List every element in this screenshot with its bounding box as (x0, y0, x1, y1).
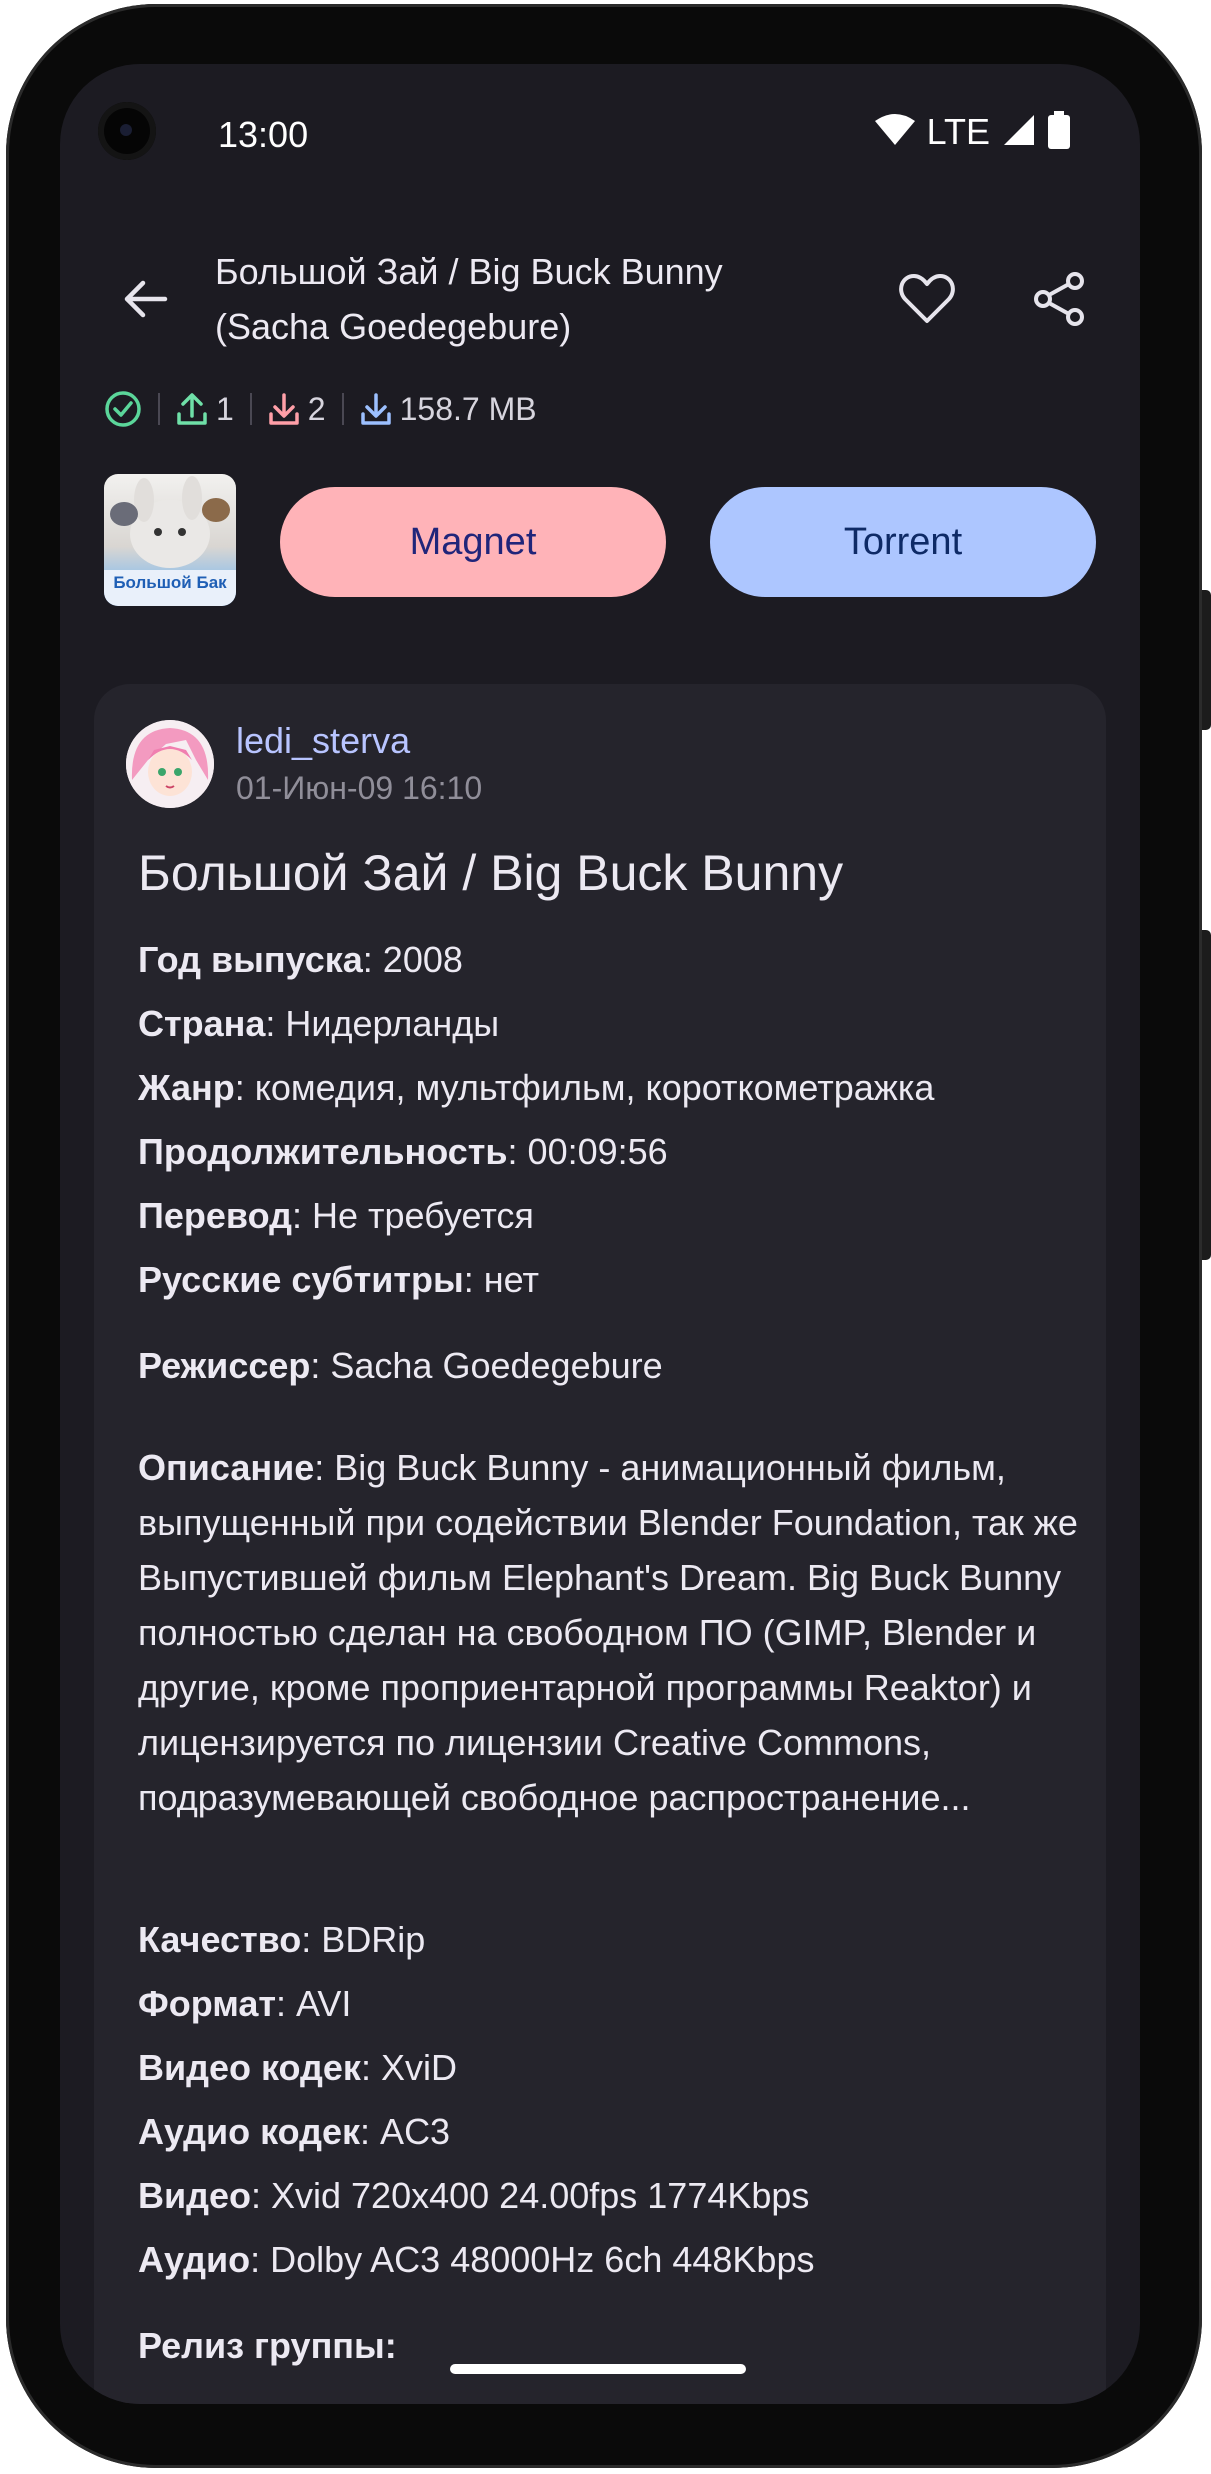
poster-image: Большой Бак (104, 476, 236, 606)
screen: 13:00 LTE Большой Зай / Big Buck Bunny (… (60, 64, 1140, 2404)
field-video: Видео: Xvid 720x400 24.00fps 1774Kbps (138, 2175, 810, 2216)
magnet-button[interactable]: Magnet (280, 487, 666, 597)
field-director: Режиссер: Sacha Goedegebure (138, 1345, 663, 1386)
seeders-count: 1 (216, 390, 234, 427)
status-check (104, 390, 142, 428)
leechers-stat: 2 (268, 391, 326, 428)
field-video-codec: Видео кодек: XviD (138, 2047, 457, 2088)
avatar[interactable] (126, 720, 214, 808)
network-label: LTE (926, 111, 990, 152)
author-name[interactable]: ledi_sterva (236, 720, 410, 762)
field-audio-codec: Аудио кодек: AC3 (138, 2111, 451, 2152)
phone: 13:00 LTE Большой Зай / Big Buck Bunny (… (0, 0, 1211, 2474)
avatar-image (126, 720, 214, 808)
back-button[interactable] (100, 254, 190, 344)
size-stat: 158.7 MB (360, 391, 537, 428)
description: Описание: Big Buck Bunny - анимационный … (138, 1447, 1078, 1818)
field-year: Год выпуска: 2008 (138, 939, 463, 980)
power-button (1202, 590, 1211, 730)
wifi-icon (874, 113, 915, 152)
battery-icon (1048, 110, 1070, 154)
poster-thumbnail[interactable]: Большой Бак (104, 474, 236, 606)
page-title: Большой Зай / Big Buck Bunny (Sacha Goed… (215, 251, 723, 347)
field-subtitles: Русские субтитры: нет (138, 1259, 539, 1300)
divider (249, 393, 252, 425)
top-app-bar: Большой Зай / Big Buck Bunny (Sacha Goed… (60, 234, 1140, 364)
field-audio: Аудио: Dolby AC3 48000Hz 6ch 448Kbps (138, 2239, 815, 2280)
field-release-group: Релиз группы: (138, 2325, 397, 2366)
divider (341, 393, 344, 425)
field-country: Страна: Нидерланды (138, 1003, 500, 1044)
post-card: ledi_sterva 01-Июн-09 16:10 Большой Зай … (94, 684, 1106, 2404)
home-indicator[interactable] (450, 2364, 746, 2374)
signal-icon (1002, 113, 1036, 152)
download-icon (269, 393, 299, 425)
torrent-stats: 1 2 158.7 MB (104, 384, 537, 434)
field-quality: Качество: BDRip (138, 1919, 426, 1960)
torrent-button[interactable]: Torrent (710, 487, 1096, 597)
field-genre: Жанр: комедия, мультфильм, короткометраж… (138, 1067, 935, 1108)
field-format: Формат: AVI (138, 1983, 352, 2024)
volume-button (1202, 930, 1211, 1260)
field-translation: Перевод: Не требуется (138, 1195, 534, 1236)
share-icon (1034, 272, 1084, 326)
post-title: Большой Зай / Big Buck Bunny (138, 845, 844, 901)
size-value: 158.7 MB (399, 390, 537, 427)
check-circle-icon (105, 391, 141, 427)
heart-icon (899, 274, 955, 323)
leechers-count: 2 (307, 390, 326, 427)
status-icons: LTE (874, 110, 1070, 154)
post-date: 01-Июн-09 16:10 (236, 770, 483, 806)
back-arrow-icon (124, 280, 168, 318)
camera (98, 102, 156, 160)
status-time: 13:00 (218, 114, 309, 155)
field-duration: Продолжительность: 00:09:56 (138, 1131, 668, 1172)
favorite-button[interactable] (882, 254, 972, 344)
download-size-icon (360, 393, 391, 425)
poster-text: Большой Бак (113, 573, 227, 592)
upload-icon (177, 393, 207, 425)
share-button[interactable] (1015, 254, 1105, 344)
divider (158, 393, 160, 425)
seeders-stat: 1 (176, 391, 234, 428)
